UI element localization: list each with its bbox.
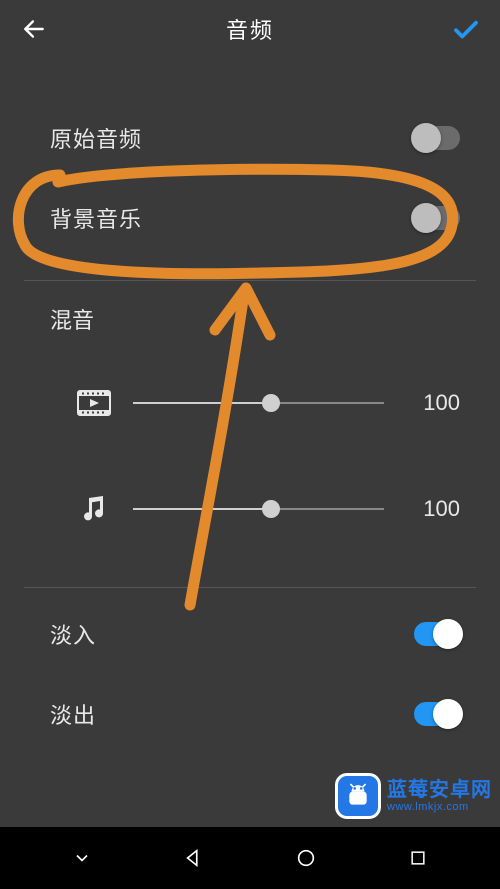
check-icon — [451, 14, 481, 44]
background-music-toggle[interactable] — [414, 206, 460, 230]
nav-back-icon — [183, 847, 205, 869]
header-bar: 音频 — [0, 0, 500, 58]
watermark-url: www.lmkjx.com — [387, 801, 492, 813]
fade-in-label: 淡入 — [50, 618, 96, 650]
audio-settings-screen: 音频 原始音频 背景音乐 混音 — [0, 0, 500, 889]
watermark: 蓝莓安卓网 www.lmkjx.com — [335, 773, 492, 819]
fade-in-toggle[interactable] — [414, 622, 460, 646]
film-icon — [75, 390, 113, 416]
confirm-button[interactable] — [450, 13, 482, 45]
back-arrow-icon — [21, 16, 47, 42]
back-button[interactable] — [18, 13, 50, 45]
music-volume-value: 100 — [404, 496, 460, 522]
original-audio-toggle[interactable] — [414, 126, 460, 150]
fade-out-label: 淡出 — [50, 698, 96, 730]
row-fade-out: 淡出 — [0, 674, 500, 754]
row-original-audio: 原始音频 — [0, 98, 500, 178]
mix-row-video: 100 — [0, 365, 500, 441]
video-volume-slider[interactable] — [133, 391, 384, 415]
android-nav-bar — [0, 827, 500, 889]
toggle-knob — [411, 123, 441, 153]
nav-recent-button[interactable] — [388, 838, 448, 878]
music-volume-slider[interactable] — [133, 497, 384, 521]
row-fade-in: 淡入 — [0, 594, 500, 674]
mix-section-title: 混音 — [0, 281, 500, 365]
nav-recent-icon — [408, 848, 428, 868]
video-volume-value: 100 — [404, 390, 460, 416]
fade-out-toggle[interactable] — [414, 702, 460, 726]
nav-home-icon — [295, 847, 317, 869]
nav-back-button[interactable] — [164, 838, 224, 878]
music-note-icon — [75, 494, 113, 524]
watermark-logo-icon — [335, 773, 381, 819]
mix-row-music: 100 — [0, 471, 500, 547]
row-background-music: 背景音乐 — [0, 178, 500, 258]
watermark-title: 蓝莓安卓网 — [387, 779, 492, 801]
page-title: 音频 — [226, 13, 274, 45]
menu-chevron-icon — [72, 848, 92, 868]
toggle-knob — [411, 203, 441, 233]
nav-home-button[interactable] — [276, 838, 336, 878]
original-audio-label: 原始音频 — [50, 122, 142, 154]
background-music-label: 背景音乐 — [50, 202, 142, 234]
toggle-knob — [433, 619, 463, 649]
toggle-knob — [433, 699, 463, 729]
nav-menu-button[interactable] — [52, 838, 112, 878]
